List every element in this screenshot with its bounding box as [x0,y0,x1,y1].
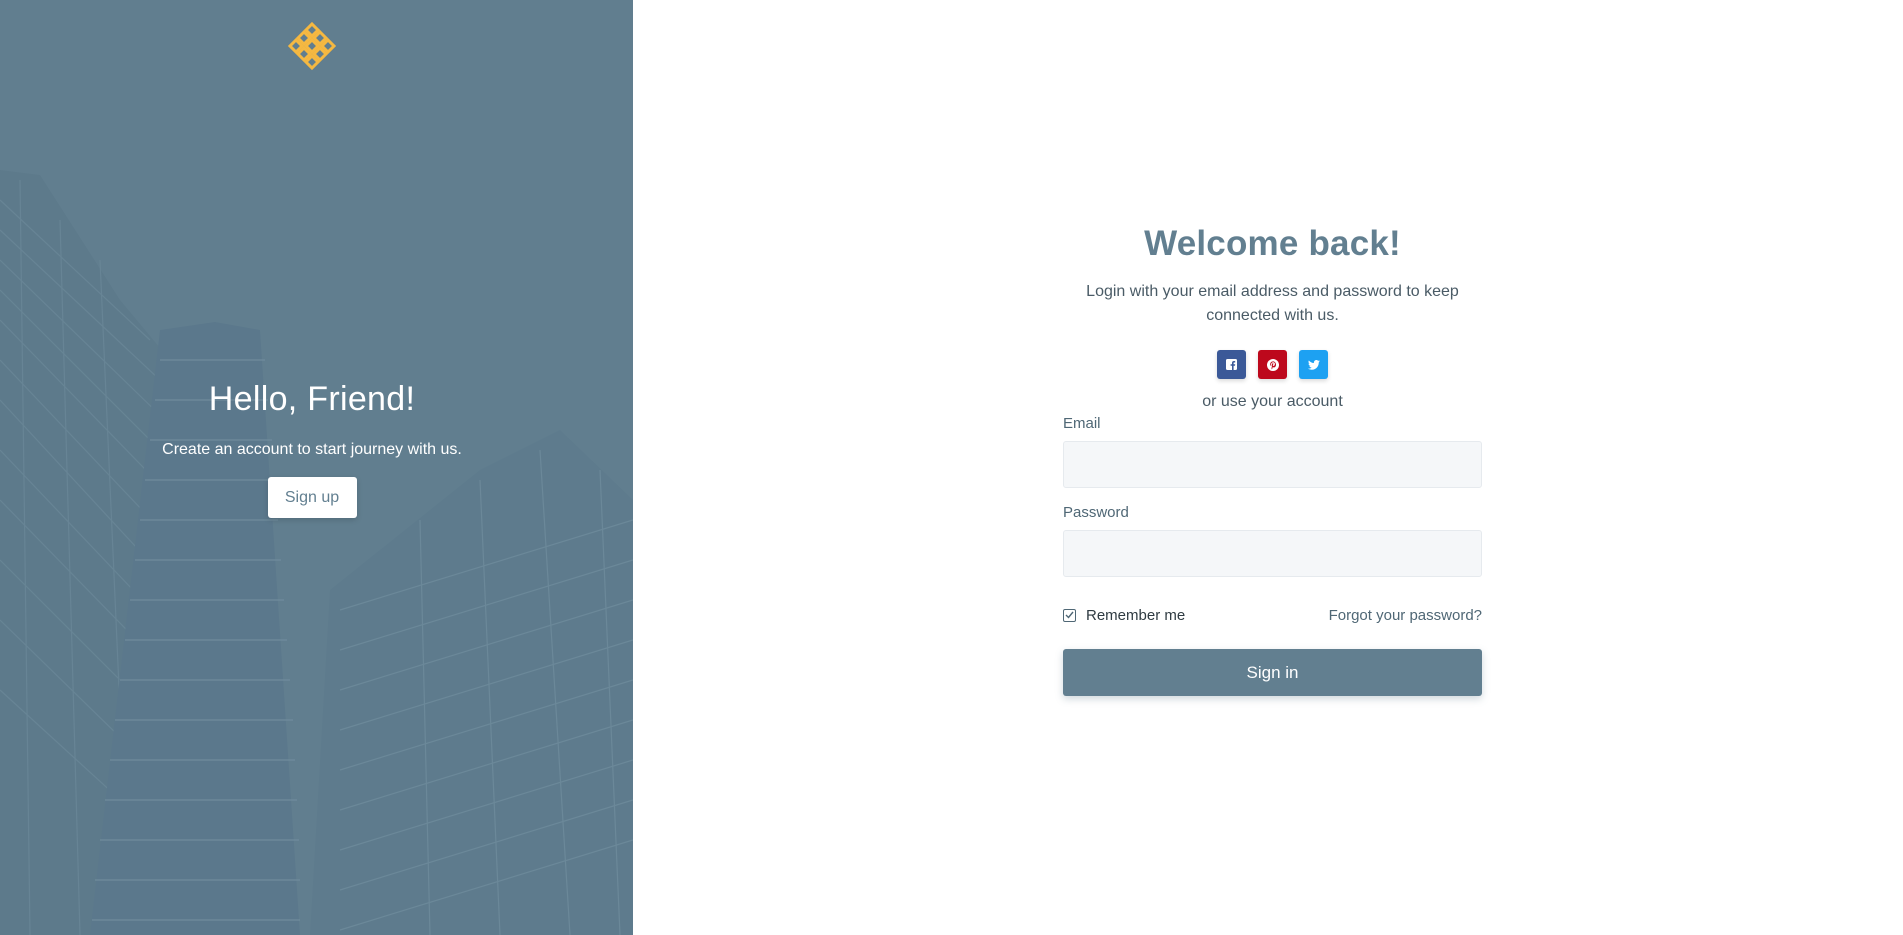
forgot-password-link[interactable]: Forgot your password? [1329,607,1482,624]
welcome-text: Login with your email address and passwo… [1086,283,1459,324]
pinterest-icon [1266,358,1279,371]
remember-me-label: Remember me [1086,606,1186,624]
email-field[interactable] [1063,441,1482,488]
knot-logo-icon[interactable] [278,22,346,74]
login-page: Hello, Friend! Create an account to star… [0,0,1903,935]
checkbox-checked-icon[interactable] [1063,608,1076,622]
password-label: Password [1063,504,1129,521]
remember-me-checkbox[interactable]: Remember me [1063,607,1185,624]
facebook-icon [1226,359,1237,370]
signup-button[interactable]: Sign up [267,477,357,518]
twitter-icon [1307,359,1320,370]
or-divider-text: or use your account [1202,393,1343,410]
hello-title: Hello, Friend! [208,380,416,418]
welcome-title: Welcome back! [1144,224,1401,263]
hello-block: Hello, Friend! Create an account to star… [0,378,624,518]
twitter-button[interactable] [1299,350,1328,379]
email-label: Email [1063,415,1101,432]
pinterest-button[interactable] [1258,350,1287,379]
hello-text: Create an account to start journey with … [162,441,462,458]
options-row: Remember me Forgot your password? [1063,605,1482,625]
signin-button[interactable]: Sign in [1063,649,1482,696]
left-panel: Hello, Friend! Create an account to star… [0,0,633,935]
social-login-row [1063,350,1482,380]
facebook-button[interactable] [1217,350,1246,379]
login-form: Welcome back! Login with your email addr… [1063,222,1482,696]
password-field[interactable] [1063,530,1482,577]
